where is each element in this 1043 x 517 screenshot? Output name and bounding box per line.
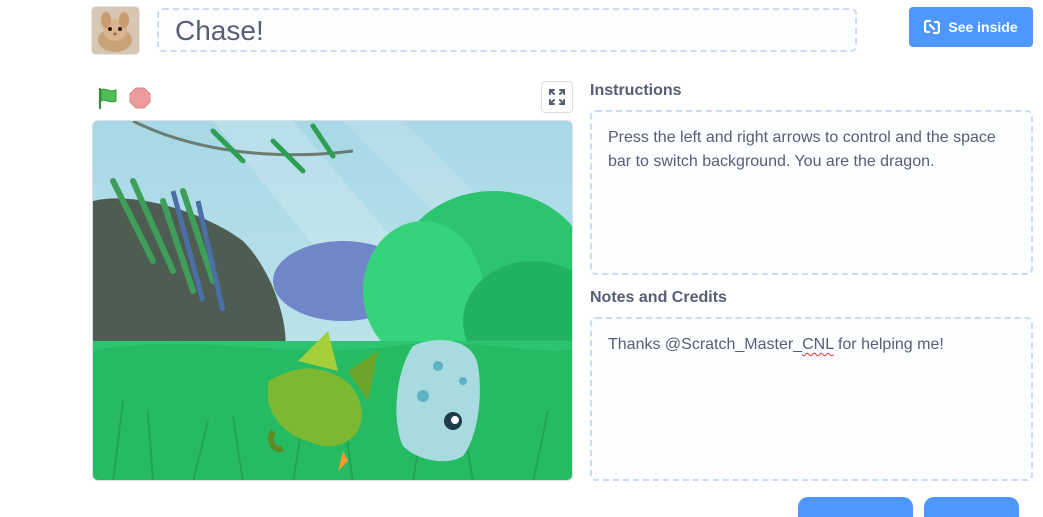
see-inside-button[interactable]: See inside [909,7,1033,47]
notes-heading: Notes and Credits [590,289,727,306]
notes-text-misspelled: CNL [802,336,834,353]
notes-text-start: Thanks @Scratch_Master_ [608,336,803,353]
project-author-avatar[interactable] [92,7,139,54]
fullscreen-icon [549,89,565,105]
instructions-text: Press the left and right arrows to contr… [608,129,996,170]
notes-text-end: for helping me! [833,336,944,353]
see-inside-label: See inside [948,19,1018,35]
bottom-action-button-1[interactable] [798,497,913,517]
project-title-input[interactable]: Chase! [157,8,857,52]
notes-textarea[interactable]: Thanks @Scratch_Master_CNL for helping m… [590,317,1033,481]
remix-arrows-icon [924,19,941,35]
instructions-heading: Instructions [590,82,682,99]
instructions-textarea[interactable]: Press the left and right arrows to contr… [590,110,1033,275]
fullscreen-button[interactable] [541,81,573,113]
stop-sign-icon[interactable] [128,86,152,110]
bottom-action-button-2[interactable] [924,497,1019,517]
green-flag-icon[interactable] [96,86,120,110]
project-stage[interactable] [92,120,573,481]
stage-canvas [93,121,572,480]
